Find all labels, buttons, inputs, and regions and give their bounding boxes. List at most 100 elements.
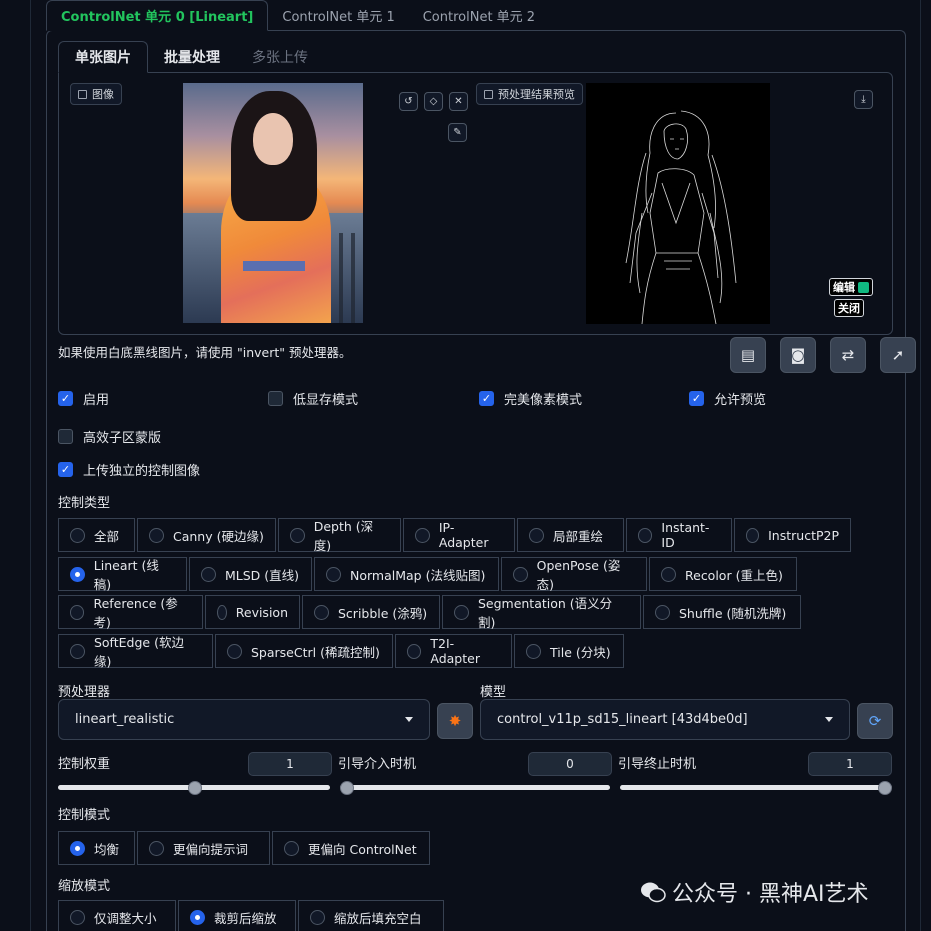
control-type-option[interactable]: OpenPose (姿态) bbox=[501, 557, 647, 592]
input-image[interactable] bbox=[183, 83, 363, 323]
control-type-option[interactable]: IP-Adapter bbox=[403, 518, 515, 552]
tab-unit-1[interactable]: ControlNet 单元 1 bbox=[268, 0, 408, 31]
run-preprocessor-button[interactable]: ✸ bbox=[437, 703, 473, 739]
page-right-divider bbox=[920, 0, 921, 931]
tab-batch[interactable]: 批量处理 bbox=[148, 41, 236, 73]
download-icon[interactable]: ⤓ bbox=[854, 90, 873, 109]
low-vram-checkbox[interactable]: 低显存模式 bbox=[268, 389, 358, 408]
control-type-option[interactable]: SparseCtrl (稀疏控制) bbox=[215, 634, 393, 668]
control-type-row-1: 全部 Canny (硬边缘) Depth (深度) IP-Adapter 局部重… bbox=[58, 518, 853, 553]
control-mode-balanced[interactable]: 均衡 bbox=[58, 831, 135, 865]
rotate-icon[interactable]: ↺ bbox=[399, 92, 418, 111]
allow-preview-checkbox[interactable]: ✓ 允许预览 bbox=[689, 389, 766, 408]
upload-control-image-checkbox[interactable]: ✓ 上传独立的控制图像 bbox=[58, 460, 200, 479]
control-type-option[interactable]: Depth (深度) bbox=[278, 518, 401, 553]
watermark: 公众号 · 黑神AI艺术 bbox=[640, 876, 869, 908]
eraser-icon[interactable]: ◇ bbox=[424, 92, 443, 111]
model-label: 模型 bbox=[480, 685, 507, 700]
control-type-option[interactable]: NormalMap (法线贴图) bbox=[314, 557, 499, 591]
tab-unit-2[interactable]: ControlNet 单元 2 bbox=[409, 0, 549, 31]
camera-icon[interactable]: ◙ bbox=[780, 337, 816, 373]
control-type-option-selected[interactable]: Lineart (线稿) bbox=[58, 557, 187, 592]
close-preview-button[interactable]: 关闭 bbox=[834, 299, 864, 317]
guidance-start-thumb[interactable] bbox=[340, 781, 354, 795]
efficient-mask-checkbox[interactable]: 高效子区蒙版 bbox=[58, 427, 161, 446]
control-type-option[interactable]: SoftEdge (软边缘) bbox=[58, 634, 213, 669]
control-type-option[interactable]: 全部 bbox=[58, 518, 135, 552]
preprocessor-select[interactable]: lineart_realistic bbox=[58, 699, 430, 740]
chevron-down-icon bbox=[405, 717, 413, 722]
control-type-option[interactable]: Instant-ID bbox=[626, 518, 732, 552]
edit-icon bbox=[858, 281, 869, 293]
guidance-end-input[interactable]: 1 bbox=[808, 752, 892, 776]
wechat-icon bbox=[640, 880, 666, 904]
controlnet-unit-tabs: ControlNet 单元 0 [Lineart] ControlNet 单元 … bbox=[46, 0, 549, 31]
control-type-option[interactable]: T2I-Adapter bbox=[395, 634, 512, 668]
guidance-start-input[interactable]: 0 bbox=[528, 752, 612, 776]
resize-mode-options: 仅调整大小 裁剪后缩放 缩放后填充空白 bbox=[58, 900, 446, 931]
tab-single-image[interactable]: 单张图片 bbox=[58, 41, 148, 73]
notepad-icon[interactable]: ▤ bbox=[730, 337, 766, 373]
control-type-option[interactable]: Revision bbox=[205, 595, 300, 629]
checkbox-checked-icon: ✓ bbox=[689, 391, 704, 406]
invert-hint: 如果使用白底黑线图片，请使用 "invert" 预处理器。 bbox=[58, 345, 352, 360]
image-icon bbox=[484, 89, 493, 99]
resize-mode-label: 缩放模式 bbox=[58, 879, 111, 894]
preprocessor-label: 预处理器 bbox=[58, 685, 111, 700]
preview-label-text: 预处理结果预览 bbox=[498, 88, 575, 101]
preprocessor-value: lineart_realistic bbox=[75, 712, 175, 727]
resize-mode-crop-resize[interactable]: 裁剪后缩放 bbox=[178, 900, 296, 931]
guidance-end-thumb[interactable] bbox=[878, 781, 892, 795]
control-type-option[interactable]: InstructP2P bbox=[734, 518, 851, 552]
preview-label: 预处理结果预览 bbox=[476, 83, 583, 105]
image-edit-toolbar: ↺ ◇ ✕ bbox=[399, 92, 468, 111]
image-icon bbox=[78, 89, 87, 99]
control-type-label: 控制类型 bbox=[58, 496, 111, 511]
control-type-option[interactable]: 局部重绘 bbox=[517, 518, 624, 552]
low-vram-label: 低显存模式 bbox=[293, 393, 359, 408]
image-action-buttons: ▤ ◙ ⇄ ➚ bbox=[730, 337, 916, 373]
control-type-option[interactable]: Tile (分块) bbox=[514, 634, 624, 668]
send-dimensions-icon[interactable]: ➚ bbox=[880, 337, 916, 373]
brush-icon[interactable]: ✎ bbox=[448, 123, 467, 142]
control-type-row-4: SoftEdge (软边缘) SparseCtrl (稀疏控制) T2I-Ada… bbox=[58, 634, 626, 669]
pixel-perfect-checkbox[interactable]: ✓ 完美像素模式 bbox=[479, 389, 582, 408]
control-type-option[interactable]: MLSD (直线) bbox=[189, 557, 312, 591]
page-left-divider bbox=[30, 0, 31, 931]
chevron-down-icon bbox=[825, 717, 833, 722]
control-type-option[interactable]: Shuffle (随机洗牌) bbox=[643, 595, 801, 629]
control-type-option[interactable]: Reference (参考) bbox=[58, 595, 203, 630]
control-weight-label: 控制权重 bbox=[58, 757, 111, 772]
swap-icon[interactable]: ⇄ bbox=[830, 337, 866, 373]
resize-mode-fill[interactable]: 缩放后填充空白 bbox=[298, 900, 444, 931]
resize-mode-just-resize[interactable]: 仅调整大小 bbox=[58, 900, 176, 931]
control-mode-prompt[interactable]: 更偏向提示词 bbox=[137, 831, 270, 865]
enable-checkbox[interactable]: ✓ 启用 bbox=[58, 389, 109, 408]
control-weight-input[interactable]: 1 bbox=[248, 752, 332, 776]
control-type-option[interactable]: Segmentation (语义分割) bbox=[442, 595, 641, 630]
guidance-start-slider[interactable] bbox=[340, 785, 610, 790]
guidance-end-label: 引导终止时机 bbox=[618, 757, 697, 772]
tab-unit-0[interactable]: ControlNet 单元 0 [Lineart] bbox=[46, 0, 269, 31]
close-icon[interactable]: ✕ bbox=[449, 92, 468, 111]
control-type-option[interactable]: Canny (硬边缘) bbox=[137, 518, 276, 552]
watermark-text: 公众号 · 黑神AI艺术 bbox=[672, 882, 869, 907]
input-image-label-text: 图像 bbox=[92, 88, 114, 101]
explosion-icon: ✸ bbox=[448, 712, 462, 730]
upload-control-image-label: 上传独立的控制图像 bbox=[83, 464, 201, 479]
control-mode-controlnet[interactable]: 更偏向 ControlNet bbox=[272, 831, 430, 865]
model-select[interactable]: control_v11p_sd15_lineart [43d4be0d] bbox=[480, 699, 850, 740]
control-type-option[interactable]: Recolor (重上色) bbox=[649, 557, 797, 591]
control-type-row-2: Lineart (线稿) MLSD (直线) NormalMap (法线贴图) … bbox=[58, 557, 799, 592]
close-preview-label: 关闭 bbox=[838, 302, 860, 315]
checkbox-checked-icon: ✓ bbox=[58, 462, 73, 477]
allow-preview-label: 允许预览 bbox=[714, 393, 767, 408]
checkbox-unchecked-icon bbox=[268, 391, 283, 406]
guidance-end-slider[interactable] bbox=[620, 785, 892, 790]
control-weight-thumb[interactable] bbox=[188, 781, 202, 795]
tab-multi-upload[interactable]: 多张上传 bbox=[236, 41, 324, 73]
edit-button[interactable]: 编辑 bbox=[829, 278, 873, 296]
control-type-option[interactable]: Scribble (涂鸦) bbox=[302, 595, 440, 629]
refresh-models-button[interactable]: ⟳ bbox=[857, 703, 893, 739]
control-mode-label: 控制模式 bbox=[58, 808, 111, 823]
